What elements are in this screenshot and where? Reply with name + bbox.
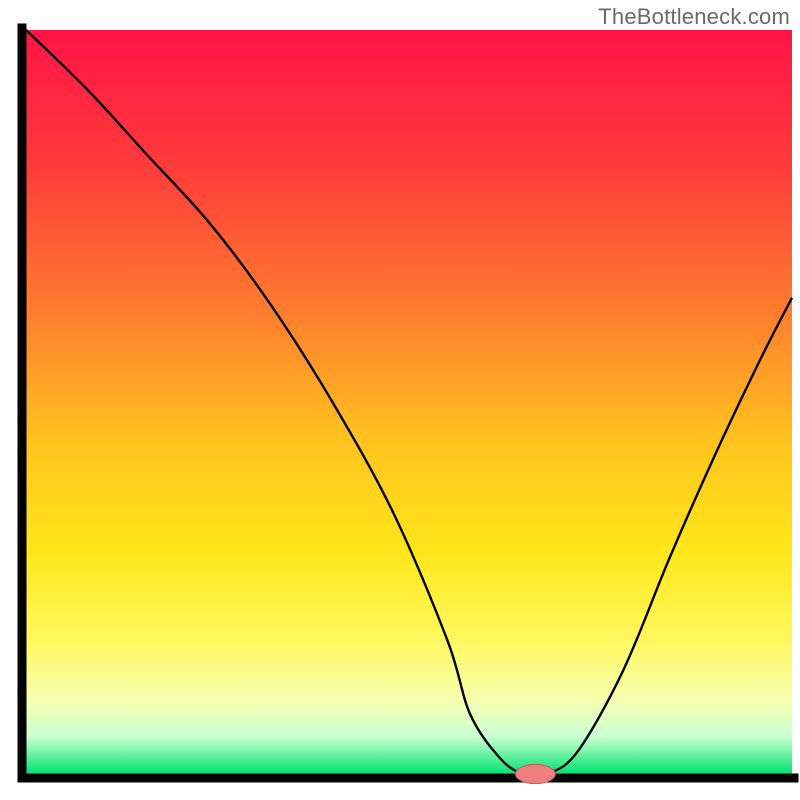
optimum-marker <box>515 764 555 783</box>
bottleneck-chart <box>0 0 800 800</box>
watermark-label: TheBottleneck.com <box>598 4 790 30</box>
plot-gradient-background <box>26 30 792 774</box>
chart-container: TheBottleneck.com <box>0 0 800 800</box>
